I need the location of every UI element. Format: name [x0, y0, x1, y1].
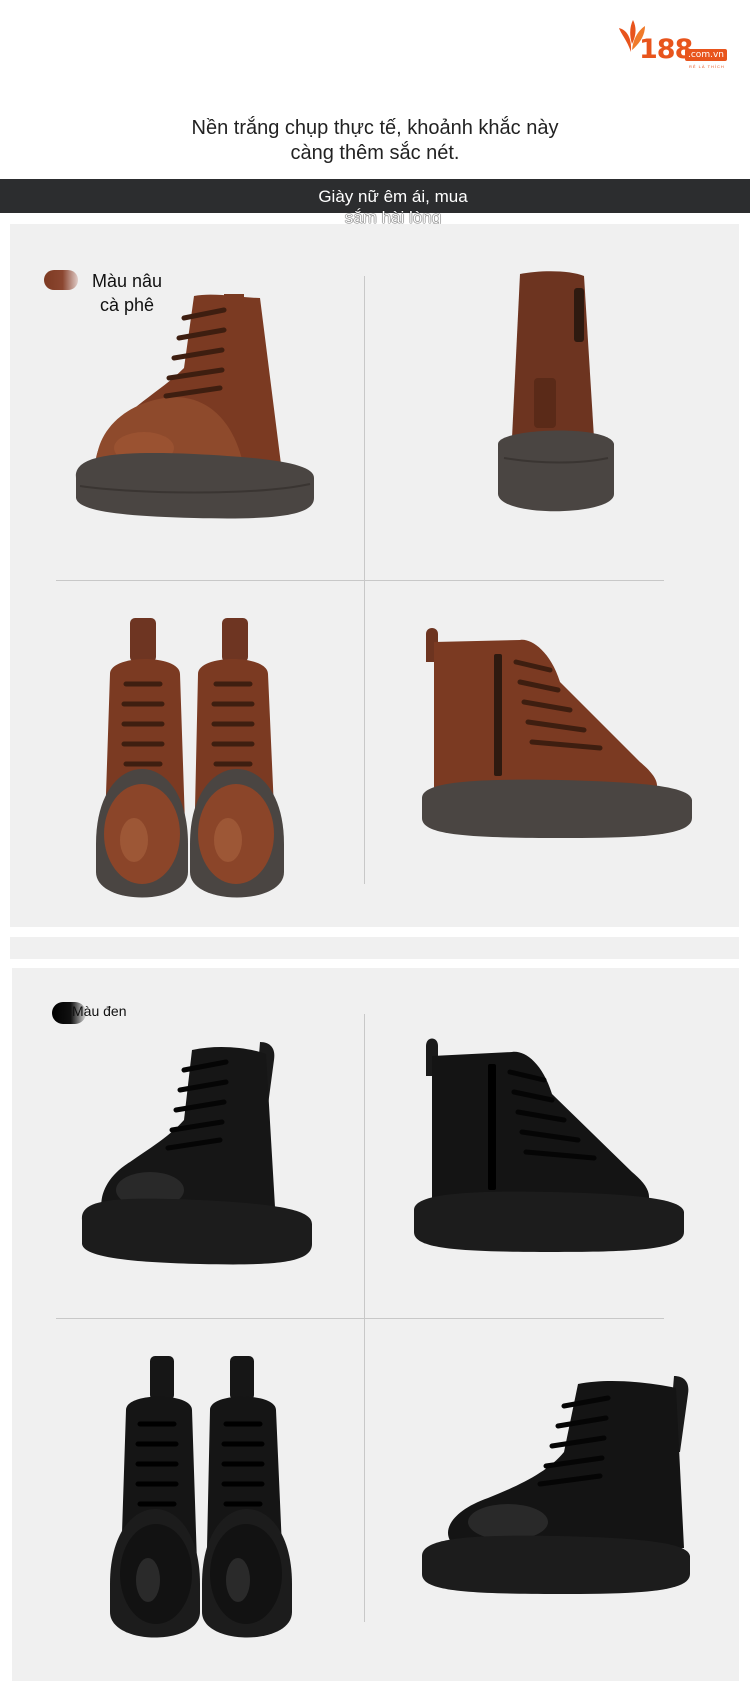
- boot-brown-back-image[interactable]: [490, 268, 620, 524]
- logo-tagline: RẺ LÀ THÍCH: [689, 64, 725, 69]
- band-title: Giày nữ êm ái, mua sắm hài lòng: [298, 186, 488, 228]
- headline-line-2: càng thêm sắc nét.: [290, 142, 460, 164]
- brand-logo[interactable]: 188 .com.vn RẺ LÀ THÍCH: [617, 20, 735, 70]
- boot-brown-side-image[interactable]: [74, 288, 334, 528]
- section-separator: [10, 937, 739, 959]
- boot-brown-inner-side-image[interactable]: [420, 622, 700, 846]
- boot-black-inner-side-image[interactable]: [412, 1032, 692, 1270]
- black-color-label: Màu đen: [72, 1003, 127, 1019]
- logo-domain: .com.vn: [685, 49, 727, 61]
- boot-black-side-image[interactable]: [80, 1040, 320, 1280]
- page-headline: Nền trắng chụp thực tế, khoảnh khắc này …: [0, 116, 750, 166]
- boot-brown-front-image[interactable]: [90, 614, 290, 904]
- band-line-1: Giày nữ êm ái, mua: [318, 187, 468, 206]
- brown-color-swatch[interactable]: [44, 270, 78, 290]
- panel-divider-horizontal: [56, 580, 664, 581]
- boot-black-front-image[interactable]: [106, 1354, 296, 1644]
- panel-divider-horizontal: [56, 1318, 664, 1319]
- boot-black-outer-side-image[interactable]: [418, 1372, 698, 1602]
- headline-line-1: Nền trắng chụp thực tế, khoảnh khắc này: [191, 117, 559, 139]
